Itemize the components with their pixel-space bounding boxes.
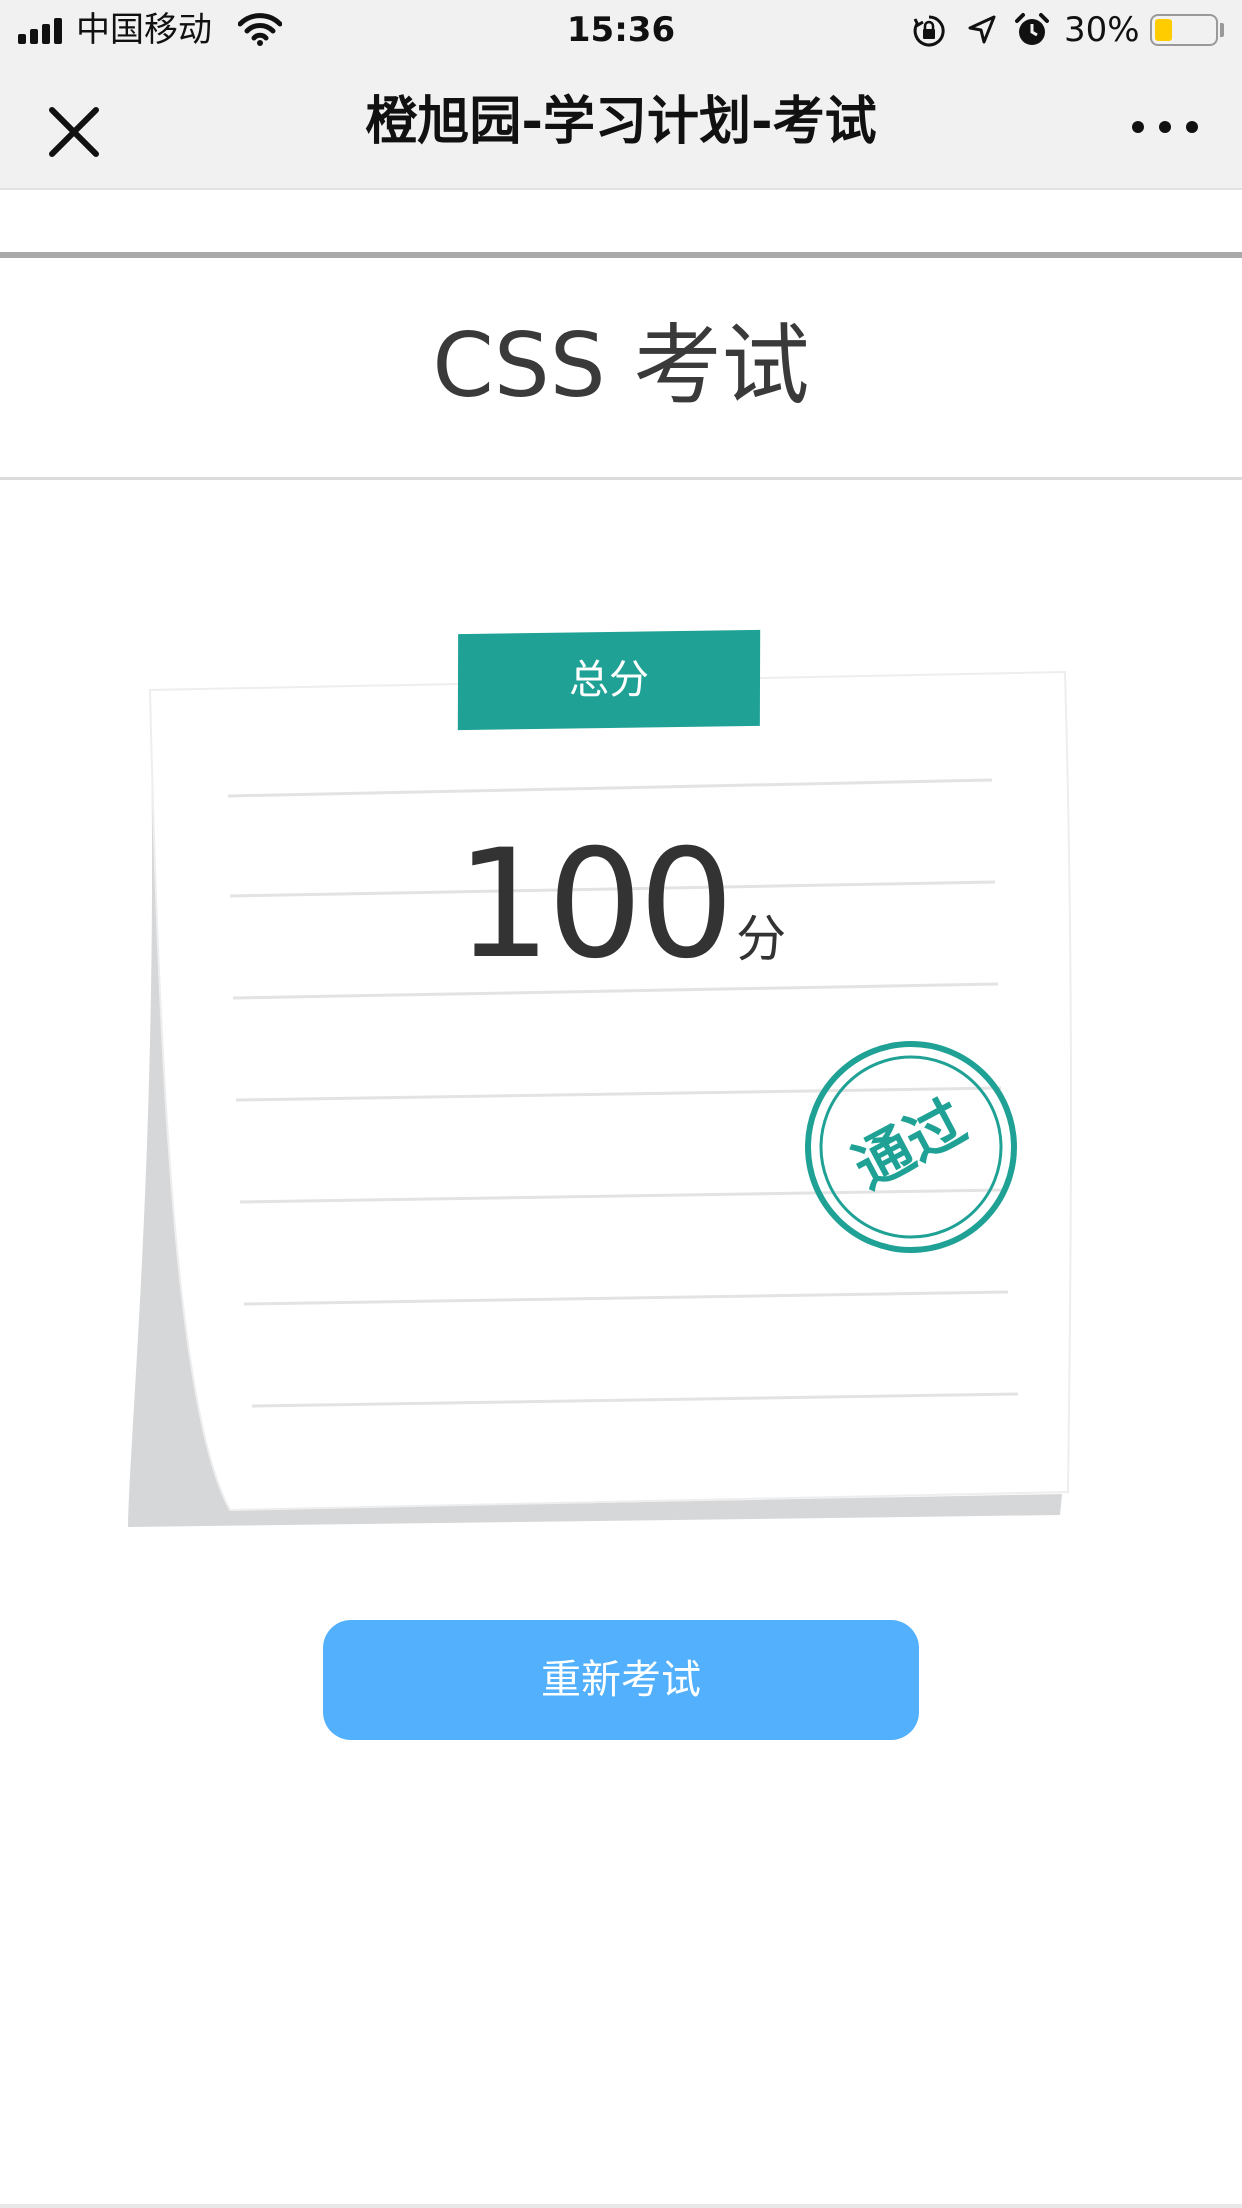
bottom-edge bbox=[0, 2204, 1242, 2208]
retake-exam-button[interactable]: 重新考试 bbox=[323, 1620, 919, 1740]
title-divider bbox=[0, 477, 1242, 480]
score-unit: 分 bbox=[736, 910, 787, 968]
score-tag-label: 总分 bbox=[569, 657, 649, 703]
clock-time: 15:36 bbox=[566, 10, 676, 50]
close-icon[interactable] bbox=[44, 102, 104, 162]
nav-bar: 橙旭园-学习计划-考试 bbox=[0, 62, 1242, 190]
pass-stamp-text: 通过 bbox=[842, 1087, 976, 1202]
score-value: 100 bbox=[455, 818, 734, 992]
content-divider bbox=[0, 252, 1242, 258]
pass-stamp: 通过 bbox=[805, 1041, 1017, 1253]
score-display: 100 分 bbox=[0, 820, 1242, 990]
more-icon[interactable] bbox=[1130, 110, 1200, 144]
exam-title: CSS 考试 bbox=[432, 314, 810, 417]
page-title: 橙旭园-学习计划-考试 bbox=[365, 92, 877, 152]
battery-cap bbox=[1220, 23, 1224, 37]
status-bar: 中国移动 15:36 30% bbox=[0, 0, 1242, 62]
location-icon bbox=[966, 14, 998, 50]
battery-percent: 30% bbox=[1064, 10, 1140, 50]
battery-icon bbox=[1150, 14, 1218, 46]
rotation-lock-icon bbox=[912, 14, 946, 52]
alarm-icon bbox=[1014, 12, 1050, 52]
battery-level bbox=[1155, 19, 1172, 41]
